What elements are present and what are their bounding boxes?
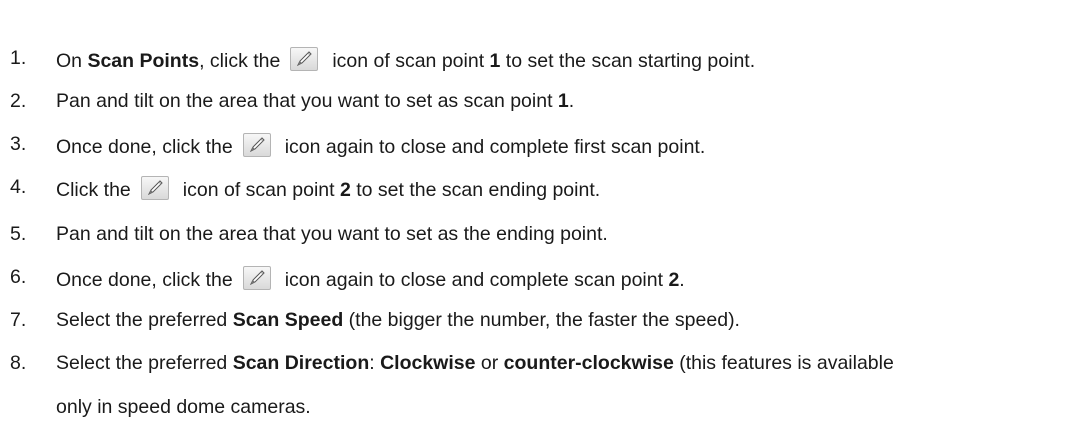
step-number: 1. [10,47,27,69]
emphasis-text: counter-clockwise [503,352,674,374]
text-run: , click the [199,50,281,72]
step-text: Click the icon of scan point 2 to set the… [56,176,600,202]
step-text: Pan and tilt on the area that you want t… [56,223,608,246]
emphasis-text: Scan Points [87,50,200,72]
emphasis-text: Scan Direction [232,352,370,374]
text-run: Click the [56,179,131,201]
text-run: to set the scan ending point. [350,179,601,201]
pencil-edit-icon [242,133,271,157]
step-number: 4. [10,176,27,198]
text-run: . [568,90,575,112]
pencil-edit-icon [140,176,169,200]
step-text: Select the preferred Scan Direction: Clo… [56,352,894,375]
text-run: icon of scan point [182,179,340,201]
step-text: Pan and tilt on the area that you want t… [56,90,574,113]
pencil-edit-icon [290,47,319,71]
step-text: Once done, click the icon again to close … [56,133,705,159]
text-run: to set the scan starting point. [500,50,756,72]
step-number: 3. [10,133,27,155]
step-text: On Scan Points, click the icon of scan po… [56,47,755,73]
step-text: Select the preferred Scan Speed (the big… [56,309,740,332]
text-run: Once done, click the [56,136,233,158]
text-run: Select the preferred [56,352,233,374]
text-run: Once done, click the [56,269,233,291]
step-number: 7. [10,309,27,331]
text-run: icon again to close and complete first s… [284,136,706,158]
text-run: (this features is available [673,352,894,374]
text-run: Pan and tilt on the area that you want t… [56,223,608,245]
emphasis-text: 1 [489,50,501,72]
pencil-edit-icon [242,266,271,290]
step-number: 8. [10,352,27,374]
text-run: icon of scan point [332,50,490,72]
emphasis-text: 2 [339,179,351,201]
text-run: Select the preferred [56,309,233,331]
step-number: 5. [10,223,27,245]
step-number: 2. [10,90,27,112]
text-run: icon again to close and complete scan po… [284,269,669,291]
step-text: Once done, click the icon again to close … [56,266,685,292]
emphasis-text: 2 [668,269,680,291]
emphasis-text: 1 [557,90,569,112]
text-run: (the bigger the number, the faster the s… [343,309,740,331]
text-run: : [369,352,381,374]
step-number: 6. [10,266,27,288]
text-run: or [475,352,504,374]
step-text-continuation: only in speed dome cameras. [56,396,311,418]
emphasis-text: Scan Speed [232,309,344,331]
text-run: Pan and tilt on the area that you want t… [56,90,558,112]
text-run: . [679,269,685,291]
text-run: On [56,50,88,72]
emphasis-text: Clockwise [380,352,476,374]
